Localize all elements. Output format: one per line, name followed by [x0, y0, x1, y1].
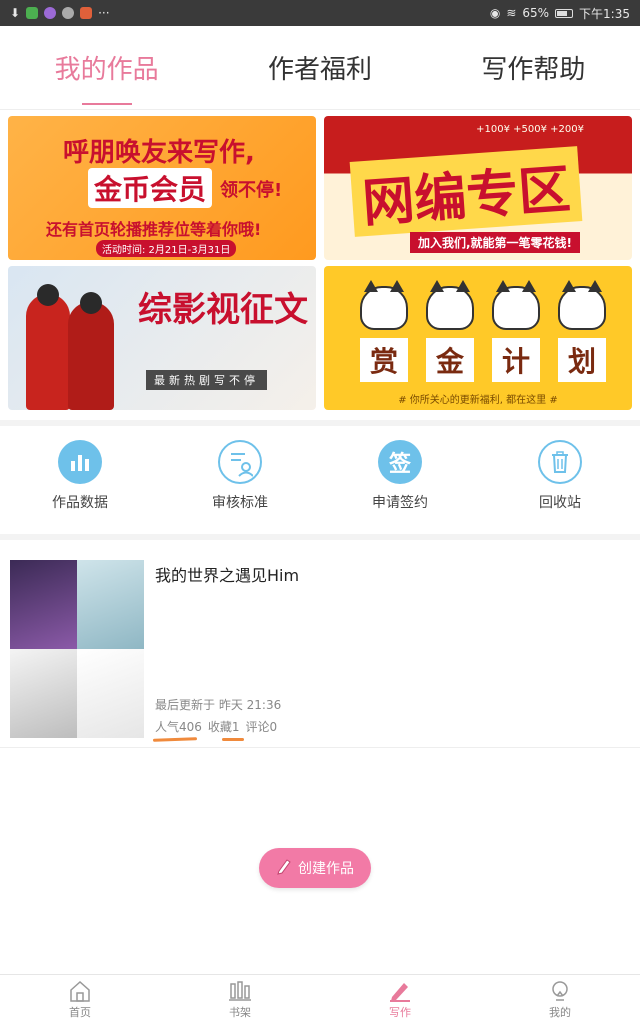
- banner-headline: 呼朋唤友来写作,: [63, 138, 255, 168]
- character-figure: [26, 294, 70, 410]
- cover-image: [10, 560, 77, 649]
- banner-highlight: 金币会员: [88, 168, 213, 208]
- feature-review-standard[interactable]: 审核标准: [160, 430, 320, 534]
- cat-icon: [492, 280, 540, 330]
- banner-coins: +100¥ +500¥ +200¥: [476, 124, 584, 135]
- battery-percent: 65%: [522, 6, 550, 20]
- feature-label: 审核标准: [212, 495, 268, 511]
- work-item[interactable]: 我的世界之遇见Him 最后更新于 昨天 21:36 人气406 收藏1 评论0: [0, 540, 640, 748]
- home-icon: [70, 980, 90, 1002]
- download-icon: ⬇: [10, 6, 21, 20]
- bar-chart-icon: [58, 440, 102, 484]
- favorites-count: 收藏1: [207, 720, 240, 734]
- tab-my-works[interactable]: 我的作品: [0, 26, 213, 109]
- feature-recycle-bin[interactable]: 回收站: [480, 430, 640, 534]
- status-bar-notifications: ⬇ ···: [10, 6, 110, 20]
- bookshelf-icon: [229, 980, 251, 1001]
- banner-drama-contest[interactable]: 综影视征文 最新热剧写不停: [8, 266, 316, 410]
- nav-home[interactable]: 首页: [0, 975, 160, 1024]
- battery-icon: [555, 8, 574, 18]
- status-bar-system: ◉ ≋ 65% 下午1:35: [490, 5, 630, 22]
- banner-headline: 综影视征文: [138, 290, 308, 330]
- headline-char: 赏: [360, 338, 408, 382]
- wifi-icon: ≋: [506, 6, 517, 20]
- character-head: [37, 284, 59, 306]
- status-bar: ⬇ ··· ◉ ≋ 65% 下午1:35: [0, 0, 640, 26]
- more-icon: ···: [98, 6, 110, 20]
- pencil-icon: [390, 982, 410, 1002]
- clock: 下午1:35: [579, 6, 630, 21]
- work-last-updated: 最后更新于 昨天 21:36: [155, 698, 282, 712]
- banner-subline: 最新热剧写不停: [146, 370, 267, 390]
- character-figure: [68, 302, 114, 410]
- tab-author-benefits[interactable]: 作者福利: [213, 26, 426, 109]
- work-title: 我的世界之遇见Him: [155, 566, 300, 585]
- highlight-mark: [152, 737, 198, 742]
- section-divider: [0, 420, 640, 426]
- banner-headline: 网编专区: [349, 146, 583, 237]
- feature-label: 回收站: [539, 495, 581, 511]
- banner-bounty-plan[interactable]: 赏 金 计 划 # 你所关心的更新福利, 都在这里 #: [324, 266, 632, 410]
- nav-bookshelf[interactable]: 书架: [160, 975, 320, 1024]
- cover-image: [77, 649, 144, 738]
- highlight-mark: [222, 738, 244, 741]
- banner-date: 活动时间: 2月21日-3月31日: [96, 240, 237, 257]
- nav-label: 写作: [389, 1005, 411, 1019]
- work-cover: [10, 560, 144, 738]
- cover-image: [77, 560, 144, 649]
- eye-icon: ◉: [489, 6, 501, 20]
- popularity-count: 人气406: [155, 720, 202, 734]
- app-notification-icon: [44, 7, 57, 19]
- feature-apply-contract[interactable]: 签 申请签约: [320, 430, 480, 534]
- banner-subline: 加入我们,就能第一笔零花钱!: [410, 232, 581, 253]
- sign-glyph: 签: [388, 452, 411, 477]
- banner-editor-zone[interactable]: +100¥ +500¥ +200¥ 网编专区 加入我们,就能第一笔零花钱!: [324, 116, 632, 260]
- feature-label: 作品数据: [52, 495, 108, 511]
- banner-subline: # 你所关心的更新福利, 都在这里 #: [398, 395, 558, 406]
- trash-icon: [538, 440, 582, 484]
- create-work-button[interactable]: 创建作品: [259, 848, 371, 888]
- comments-count: 评论0: [245, 720, 278, 734]
- app-notification-icon: [80, 7, 93, 19]
- nav-label: 书架: [229, 1005, 251, 1019]
- create-work-label: 创建作品: [298, 861, 354, 877]
- chat-icon: [62, 7, 75, 19]
- feature-work-data[interactable]: 作品数据: [0, 430, 160, 534]
- headline-char: 计: [492, 338, 540, 382]
- sign-icon: 签: [378, 440, 422, 484]
- pencil-icon: [276, 857, 292, 879]
- nav-mine[interactable]: 我的: [480, 975, 640, 1024]
- profile-icon: [552, 980, 568, 1001]
- banner-grid: 呼朋唤友来写作, 金币会员 领不停! 还有首页轮播推荐位等着你哦! 活动时间: …: [8, 116, 632, 412]
- cat-icon: [360, 280, 408, 330]
- banner-highlight-suffix: 领不停!: [220, 180, 283, 201]
- headline-char: 金: [426, 338, 474, 382]
- tab-writing-help[interactable]: 写作帮助: [427, 26, 640, 109]
- banner-headline: 赏 金 计 划: [360, 338, 606, 382]
- nav-label: 我的: [549, 1005, 571, 1019]
- headline-char: 划: [558, 338, 606, 382]
- work-stats: 人气406 收藏1 评论0: [155, 718, 277, 735]
- banner-invite-friends[interactable]: 呼朋唤友来写作, 金币会员 领不停! 还有首页轮播推荐位等着你哦! 活动时间: …: [8, 116, 316, 260]
- app-notification-icon: [26, 7, 39, 19]
- nav-write[interactable]: 写作: [320, 975, 480, 1024]
- document-user-icon: [218, 440, 262, 484]
- cover-image: [10, 649, 77, 738]
- nav-label: 首页: [69, 1005, 91, 1019]
- cat-icon: [426, 280, 474, 330]
- bottom-nav: 首页 书架 写作 我的: [0, 974, 640, 1024]
- feature-label: 申请签约: [372, 495, 428, 511]
- cat-illustrations: [360, 280, 606, 330]
- character-head: [80, 292, 102, 314]
- cat-icon: [558, 280, 606, 330]
- banner-subline: 还有首页轮播推荐位等着你哦!: [46, 220, 262, 239]
- feature-row: 作品数据 审核标准 签 申请签约 回收站: [0, 430, 640, 534]
- top-tabs: 我的作品 作者福利 写作帮助: [0, 26, 640, 110]
